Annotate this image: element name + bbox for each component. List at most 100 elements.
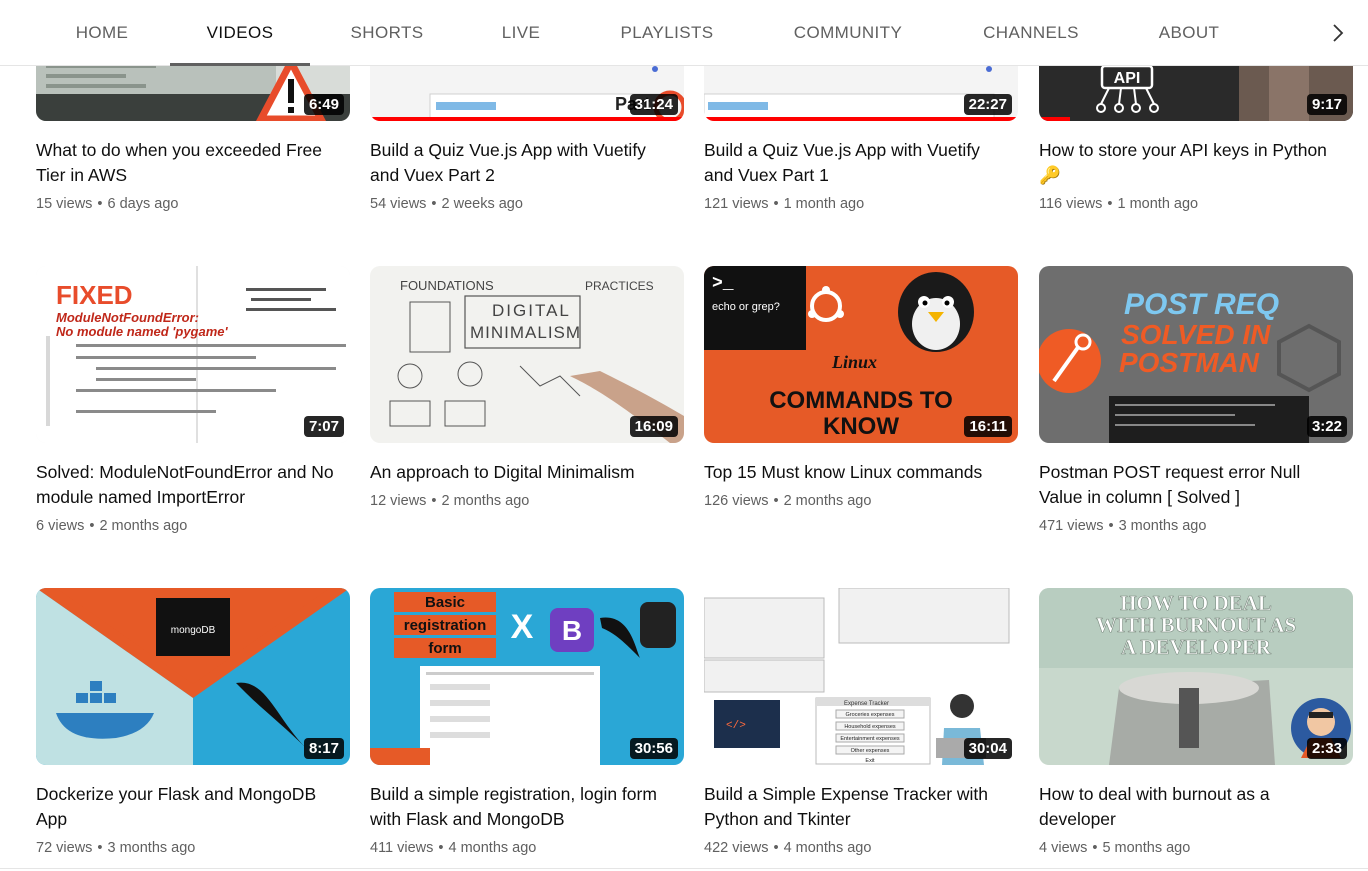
- tab-home[interactable]: HOME: [60, 0, 144, 66]
- thumb-text: registration: [404, 617, 487, 634]
- view-count: 6 views: [36, 518, 85, 534]
- thumbnail-image: FIXED ModuleNotFoundError: No module nam…: [36, 266, 350, 443]
- watch-progress-bar: [370, 117, 684, 121]
- video-meta: 411 views • 4 months ago: [370, 838, 684, 858]
- video-grid: 6:49 What to do when you exceeded Free T…: [0, 0, 1368, 871]
- tab-about[interactable]: ABOUT: [1146, 0, 1232, 66]
- video-card[interactable]: POST REQ SOLVED IN POSTMAN 3:22 Postman …: [1039, 266, 1353, 536]
- view-count: 15 views: [36, 196, 93, 212]
- video-card[interactable]: FOUNDATIONS DIGITAL MINIMALISM PRACTICES…: [370, 266, 684, 511]
- thumb-text: mongoDB: [171, 625, 216, 636]
- video-thumbnail[interactable]: HOW TO DEAL WITH BURNOUT AS A DEVELOPER …: [1039, 588, 1353, 765]
- thumb-text: Basic: [425, 594, 465, 611]
- video-meta: 12 views • 2 months ago: [370, 491, 684, 511]
- video-title[interactable]: Build a Quiz Vue.js App with Vuetify and…: [370, 138, 670, 188]
- separator-dot: •: [431, 196, 437, 212]
- video-title[interactable]: Build a Quiz Vue.js App with Vuetify and…: [704, 138, 1004, 188]
- thumb-text: No module named 'pygame': [56, 324, 229, 339]
- video-meta: 422 views • 4 months ago: [704, 838, 1018, 858]
- video-title[interactable]: How to deal with burnout as a developer: [1039, 782, 1339, 832]
- video-card[interactable]: HOW TO DEAL WITH BURNOUT AS A DEVELOPER …: [1039, 588, 1353, 858]
- video-duration: 6:49: [303, 94, 344, 115]
- separator-dot: •: [97, 840, 103, 856]
- thumb-text: KNOW: [823, 413, 899, 440]
- thumb-text: HOW TO DEAL: [1120, 591, 1272, 615]
- thumbnail-image: POST REQ SOLVED IN POSTMAN: [1039, 266, 1353, 443]
- upload-age: 6 days ago: [107, 196, 179, 212]
- watch-progress-bar: [704, 117, 1018, 121]
- tab-playlists[interactable]: PLAYLISTS: [606, 0, 728, 66]
- upload-age: 1 month ago: [1117, 196, 1199, 212]
- video-duration: 30:56: [629, 738, 678, 759]
- thumb-text: Exit: [865, 758, 875, 764]
- video-title[interactable]: Top 15 Must know Linux commands: [704, 460, 1004, 485]
- upload-age: 2 months ago: [99, 518, 188, 534]
- svg-text:X: X: [511, 608, 534, 646]
- video-thumbnail[interactable]: mongoDB 8:17: [36, 588, 350, 765]
- video-title[interactable]: How to store your API keys in Python 🔑: [1039, 138, 1339, 188]
- thumb-text: Other expenses: [851, 748, 890, 754]
- thumb-text: Groceries expenses: [846, 712, 895, 718]
- video-meta: 4 views • 5 months ago: [1039, 838, 1353, 858]
- video-meta: 72 views • 3 months ago: [36, 838, 350, 858]
- video-card[interactable]: </> Expense Tracker Groceries expenses H…: [704, 588, 1018, 858]
- video-card[interactable]: mongoDB 8:17 Dockerize your Flask and Mo…: [36, 588, 350, 858]
- video-title[interactable]: Build a Simple Expense Tracker with Pyth…: [704, 782, 1004, 832]
- video-thumbnail[interactable]: >_ echo or grep? Linux COMMANDS TO KNOW …: [704, 266, 1018, 443]
- thumbnail-image: mongoDB: [36, 588, 350, 765]
- video-duration: 2:33: [1306, 738, 1347, 759]
- video-title[interactable]: Dockerize your Flask and MongoDB App: [36, 782, 336, 832]
- tab-shorts[interactable]: SHORTS: [336, 0, 438, 66]
- view-count: 121 views: [704, 196, 769, 212]
- separator-dot: •: [89, 518, 95, 534]
- video-thumbnail[interactable]: FOUNDATIONS DIGITAL MINIMALISM PRACTICES…: [370, 266, 684, 443]
- tab-community[interactable]: COMMUNITY: [780, 0, 916, 66]
- video-duration: 9:17: [1306, 94, 1347, 115]
- video-meta: 116 views • 1 month ago: [1039, 194, 1353, 214]
- thumb-text: form: [428, 640, 461, 657]
- video-meta: 121 views • 1 month ago: [704, 194, 1018, 214]
- view-count: 116 views: [1039, 196, 1103, 212]
- upload-age: 3 months ago: [1118, 518, 1207, 534]
- tab-videos[interactable]: VIDEOS: [170, 0, 310, 66]
- thumb-text: API: [1114, 70, 1141, 87]
- video-thumbnail[interactable]: POST REQ SOLVED IN POSTMAN 3:22: [1039, 266, 1353, 443]
- view-count: 12 views: [370, 493, 427, 509]
- video-thumbnail[interactable]: Basic registration form X B 30:56: [370, 588, 684, 765]
- separator-dot: •: [773, 840, 779, 856]
- video-duration: 30:04: [963, 738, 1012, 759]
- thumb-text: Expense Tracker: [844, 701, 889, 707]
- video-meta: 15 views • 6 days ago: [36, 194, 350, 214]
- tab-channels[interactable]: CHANNELS: [968, 0, 1094, 66]
- svg-text:>_: >_: [712, 274, 734, 294]
- upload-age: 4 months ago: [448, 840, 537, 856]
- separator-dot: •: [1108, 518, 1114, 534]
- thumb-text: ModuleNotFoundError:: [56, 310, 199, 325]
- upload-age: 3 months ago: [107, 840, 196, 856]
- thumb-text: POSTMAN: [1119, 347, 1260, 378]
- video-title[interactable]: What to do when you exceeded Free Tier i…: [36, 138, 336, 188]
- video-title[interactable]: Postman POST request error Null Value in…: [1039, 460, 1339, 510]
- video-card[interactable]: Basic registration form X B 30:56 Build …: [370, 588, 684, 858]
- tab-live[interactable]: LIVE: [486, 0, 556, 66]
- video-thumbnail[interactable]: </> Expense Tracker Groceries expenses H…: [704, 588, 1018, 765]
- video-meta: 471 views • 3 months ago: [1039, 516, 1353, 536]
- video-thumbnail[interactable]: FIXED ModuleNotFoundError: No module nam…: [36, 266, 350, 443]
- divider: [0, 868, 1368, 869]
- thumb-text: Entertainment expenses: [840, 736, 900, 742]
- video-title[interactable]: Solved: ModuleNotFoundError and No modul…: [36, 460, 336, 510]
- thumb-text: A DEVELOPER: [1121, 635, 1272, 659]
- video-card[interactable]: FIXED ModuleNotFoundError: No module nam…: [36, 266, 350, 536]
- video-duration: 8:17: [303, 738, 344, 759]
- video-title[interactable]: An approach to Digital Minimalism: [370, 460, 670, 485]
- video-duration: 3:22: [1306, 416, 1347, 437]
- video-card[interactable]: >_ echo or grep? Linux COMMANDS TO KNOW …: [704, 266, 1018, 511]
- video-duration: 16:11: [964, 416, 1012, 437]
- view-count: 126 views: [704, 493, 769, 509]
- separator-dot: •: [773, 196, 779, 212]
- upload-age: 2 weeks ago: [441, 196, 523, 212]
- thumb-text: B: [562, 615, 582, 646]
- tabs-next-button[interactable]: [1326, 21, 1350, 45]
- video-title[interactable]: Build a simple registration, login form …: [370, 782, 670, 832]
- thumb-text: FOUNDATIONS: [400, 278, 494, 293]
